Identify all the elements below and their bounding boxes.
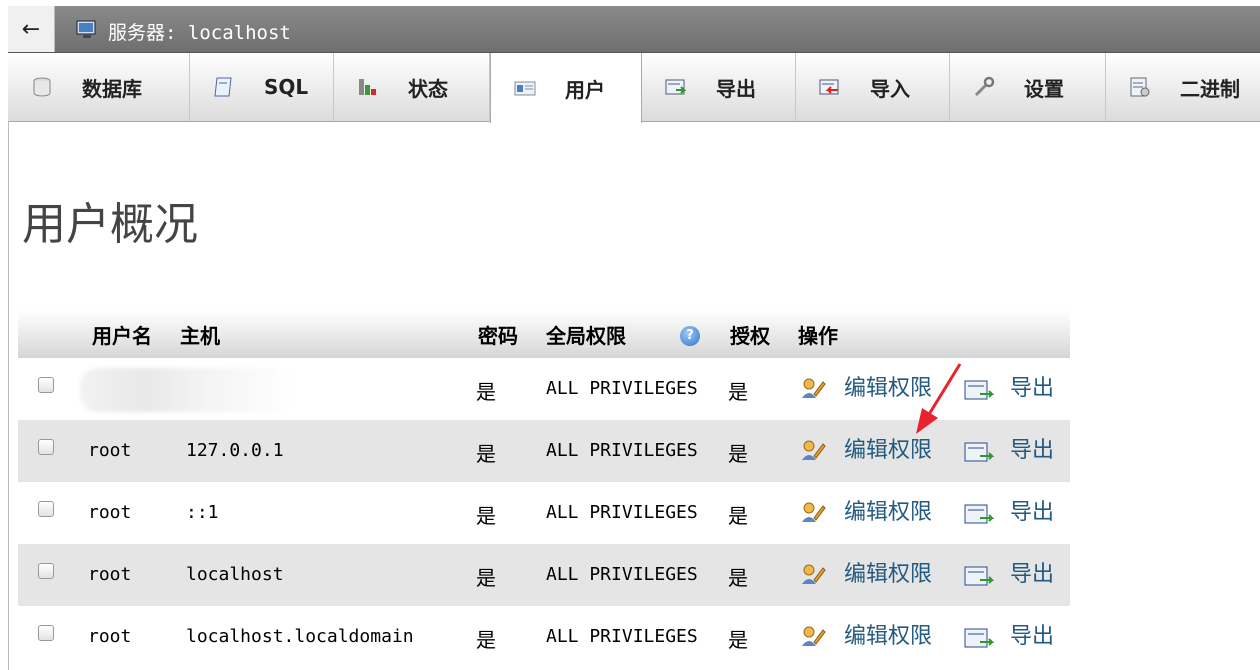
tab-database[interactable]: 数据库: [8, 53, 190, 121]
cell-privileges: ALL PRIVILEGES: [546, 502, 698, 523]
edit-privileges-link[interactable]: 编辑权限: [844, 494, 932, 526]
cell-privileges: ALL PRIVILEGES: [546, 564, 698, 585]
col-username[interactable]: 用户名: [92, 320, 152, 349]
cell-password: 是: [476, 380, 496, 404]
col-password: 密码: [478, 324, 518, 348]
tab-database-label: 数据库: [82, 76, 142, 101]
cell-password: 是: [476, 628, 496, 652]
tab-sql[interactable]: SQL: [190, 53, 334, 121]
export-icon[interactable]: [964, 626, 994, 650]
table-row: root localhost.localdomain 是 ALL PRIVILE…: [18, 606, 1070, 668]
edit-privileges-icon[interactable]: [800, 500, 826, 524]
settings-icon: [974, 76, 995, 97]
edit-privileges-icon[interactable]: [800, 562, 826, 586]
col-global-privileges: 全局权限: [546, 324, 626, 348]
export-link[interactable]: 导出: [1010, 370, 1054, 402]
export-link[interactable]: 导出: [1010, 494, 1054, 526]
edit-privileges-link[interactable]: 编辑权限: [844, 556, 932, 588]
row-checkbox[interactable]: [38, 439, 54, 455]
cell-host: localhost.localdomain: [186, 626, 414, 647]
tab-sql-label: SQL: [264, 75, 309, 99]
cell-username: root: [88, 564, 132, 585]
annotation-arrow: [916, 363, 962, 434]
cell-password: 是: [476, 442, 496, 466]
page-title: 用户概况: [22, 199, 198, 250]
col-host[interactable]: 主机: [180, 320, 220, 349]
tab-import-label: 导入: [870, 76, 910, 101]
cell-grant: 是: [728, 566, 748, 590]
cell-grant: 是: [728, 380, 748, 404]
export-icon: [665, 79, 687, 95]
cell-grant: 是: [728, 442, 748, 466]
row-checkbox[interactable]: [38, 563, 54, 579]
export-icon[interactable]: [964, 564, 994, 588]
table-header: 用户名 主机 密码 全局权限 ? 授权 操作: [18, 310, 1070, 358]
cell-host: localhost: [186, 564, 284, 585]
tab-users-label: 用户: [565, 77, 605, 102]
tab-settings-label: 设置: [1024, 76, 1064, 101]
cell-username: root: [88, 440, 132, 461]
edit-privileges-icon[interactable]: [800, 438, 826, 462]
cell-username: root: [88, 502, 132, 523]
cell-privileges: ALL PRIVILEGES: [546, 440, 698, 461]
tab-export-label: 导出: [716, 76, 756, 101]
row-checkbox[interactable]: [38, 377, 54, 393]
cell-privileges: ALL PRIVILEGES: [546, 626, 698, 647]
help-icon[interactable]: ?: [680, 326, 700, 346]
cell-grant: 是: [728, 504, 748, 528]
cell-host: ::1: [186, 502, 219, 523]
server-label[interactable]: 服务器: localhost: [108, 18, 291, 45]
server-bar: ← 服务器: localhost: [8, 6, 1260, 53]
server-icon: [76, 20, 96, 38]
tab-settings[interactable]: 设置: [950, 53, 1106, 121]
tab-status[interactable]: 状态: [334, 53, 490, 121]
table-row: root localhost 是 ALL PRIVILEGES 是 编辑权限 导…: [18, 544, 1070, 606]
users-icon: [514, 81, 536, 96]
col-grant: 授权: [730, 324, 770, 348]
cell-username: root: [88, 626, 132, 647]
edit-privileges-icon[interactable]: [800, 376, 826, 400]
status-icon: [359, 79, 376, 95]
tab-binlog-label: 二进制: [1180, 76, 1240, 101]
database-icon: [33, 77, 51, 97]
cell-privileges: ALL PRIVILEGES: [546, 378, 698, 399]
edit-privileges-link[interactable]: 编辑权限: [844, 618, 932, 650]
main-tabs: 数据库 SQL 状态 用户 导出 导入 设置 二进制: [8, 53, 1260, 123]
export-icon[interactable]: [964, 502, 994, 526]
cell-grant: 是: [728, 628, 748, 652]
export-icon[interactable]: [964, 440, 994, 464]
export-link[interactable]: 导出: [1010, 432, 1054, 464]
cell-password: 是: [476, 504, 496, 528]
cell-host: 127.0.0.1: [186, 440, 284, 461]
import-icon: [819, 79, 839, 95]
edit-privileges-icon[interactable]: [800, 624, 826, 648]
col-action: 操作: [798, 324, 838, 348]
tab-import[interactable]: 导入: [796, 53, 950, 121]
tab-binlog[interactable]: 二进制: [1106, 53, 1260, 121]
tab-export[interactable]: 导出: [642, 53, 796, 121]
sql-icon: [214, 77, 232, 97]
tab-status-label: 状态: [408, 76, 448, 101]
row-checkbox[interactable]: [38, 625, 54, 641]
tab-users[interactable]: 用户: [490, 53, 642, 123]
export-link[interactable]: 导出: [1010, 618, 1054, 650]
content-left-border: [8, 121, 9, 670]
back-arrow-button[interactable]: ←: [8, 6, 55, 52]
binlog-icon: [1130, 77, 1150, 97]
export-link[interactable]: 导出: [1010, 556, 1054, 588]
row-checkbox[interactable]: [38, 501, 54, 517]
table-row: root ::1 是 ALL PRIVILEGES 是 编辑权限 导出: [18, 482, 1070, 544]
cell-password: 是: [476, 566, 496, 590]
redacted-user-host: [80, 368, 295, 412]
